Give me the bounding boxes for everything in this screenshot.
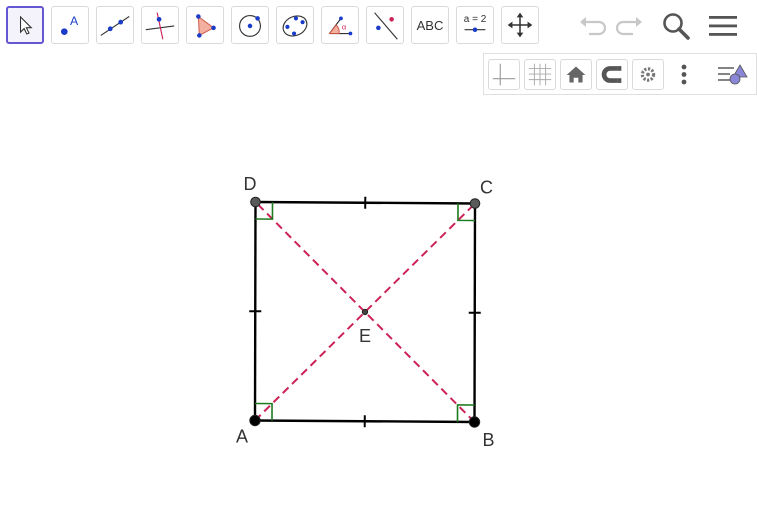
point-B[interactable] bbox=[468, 416, 481, 428]
point-label-C: C bbox=[480, 178, 493, 198]
point-label-D: D bbox=[244, 174, 257, 194]
point-label-B: B bbox=[483, 430, 495, 450]
graphics-view[interactable]: A B C D E bbox=[0, 0, 757, 521]
point-E[interactable] bbox=[361, 308, 369, 316]
point-label-E: E bbox=[359, 326, 371, 346]
point-A[interactable] bbox=[249, 414, 261, 427]
point-C[interactable] bbox=[469, 198, 481, 209]
point-D[interactable] bbox=[250, 196, 261, 208]
point-label-A: A bbox=[236, 427, 248, 447]
